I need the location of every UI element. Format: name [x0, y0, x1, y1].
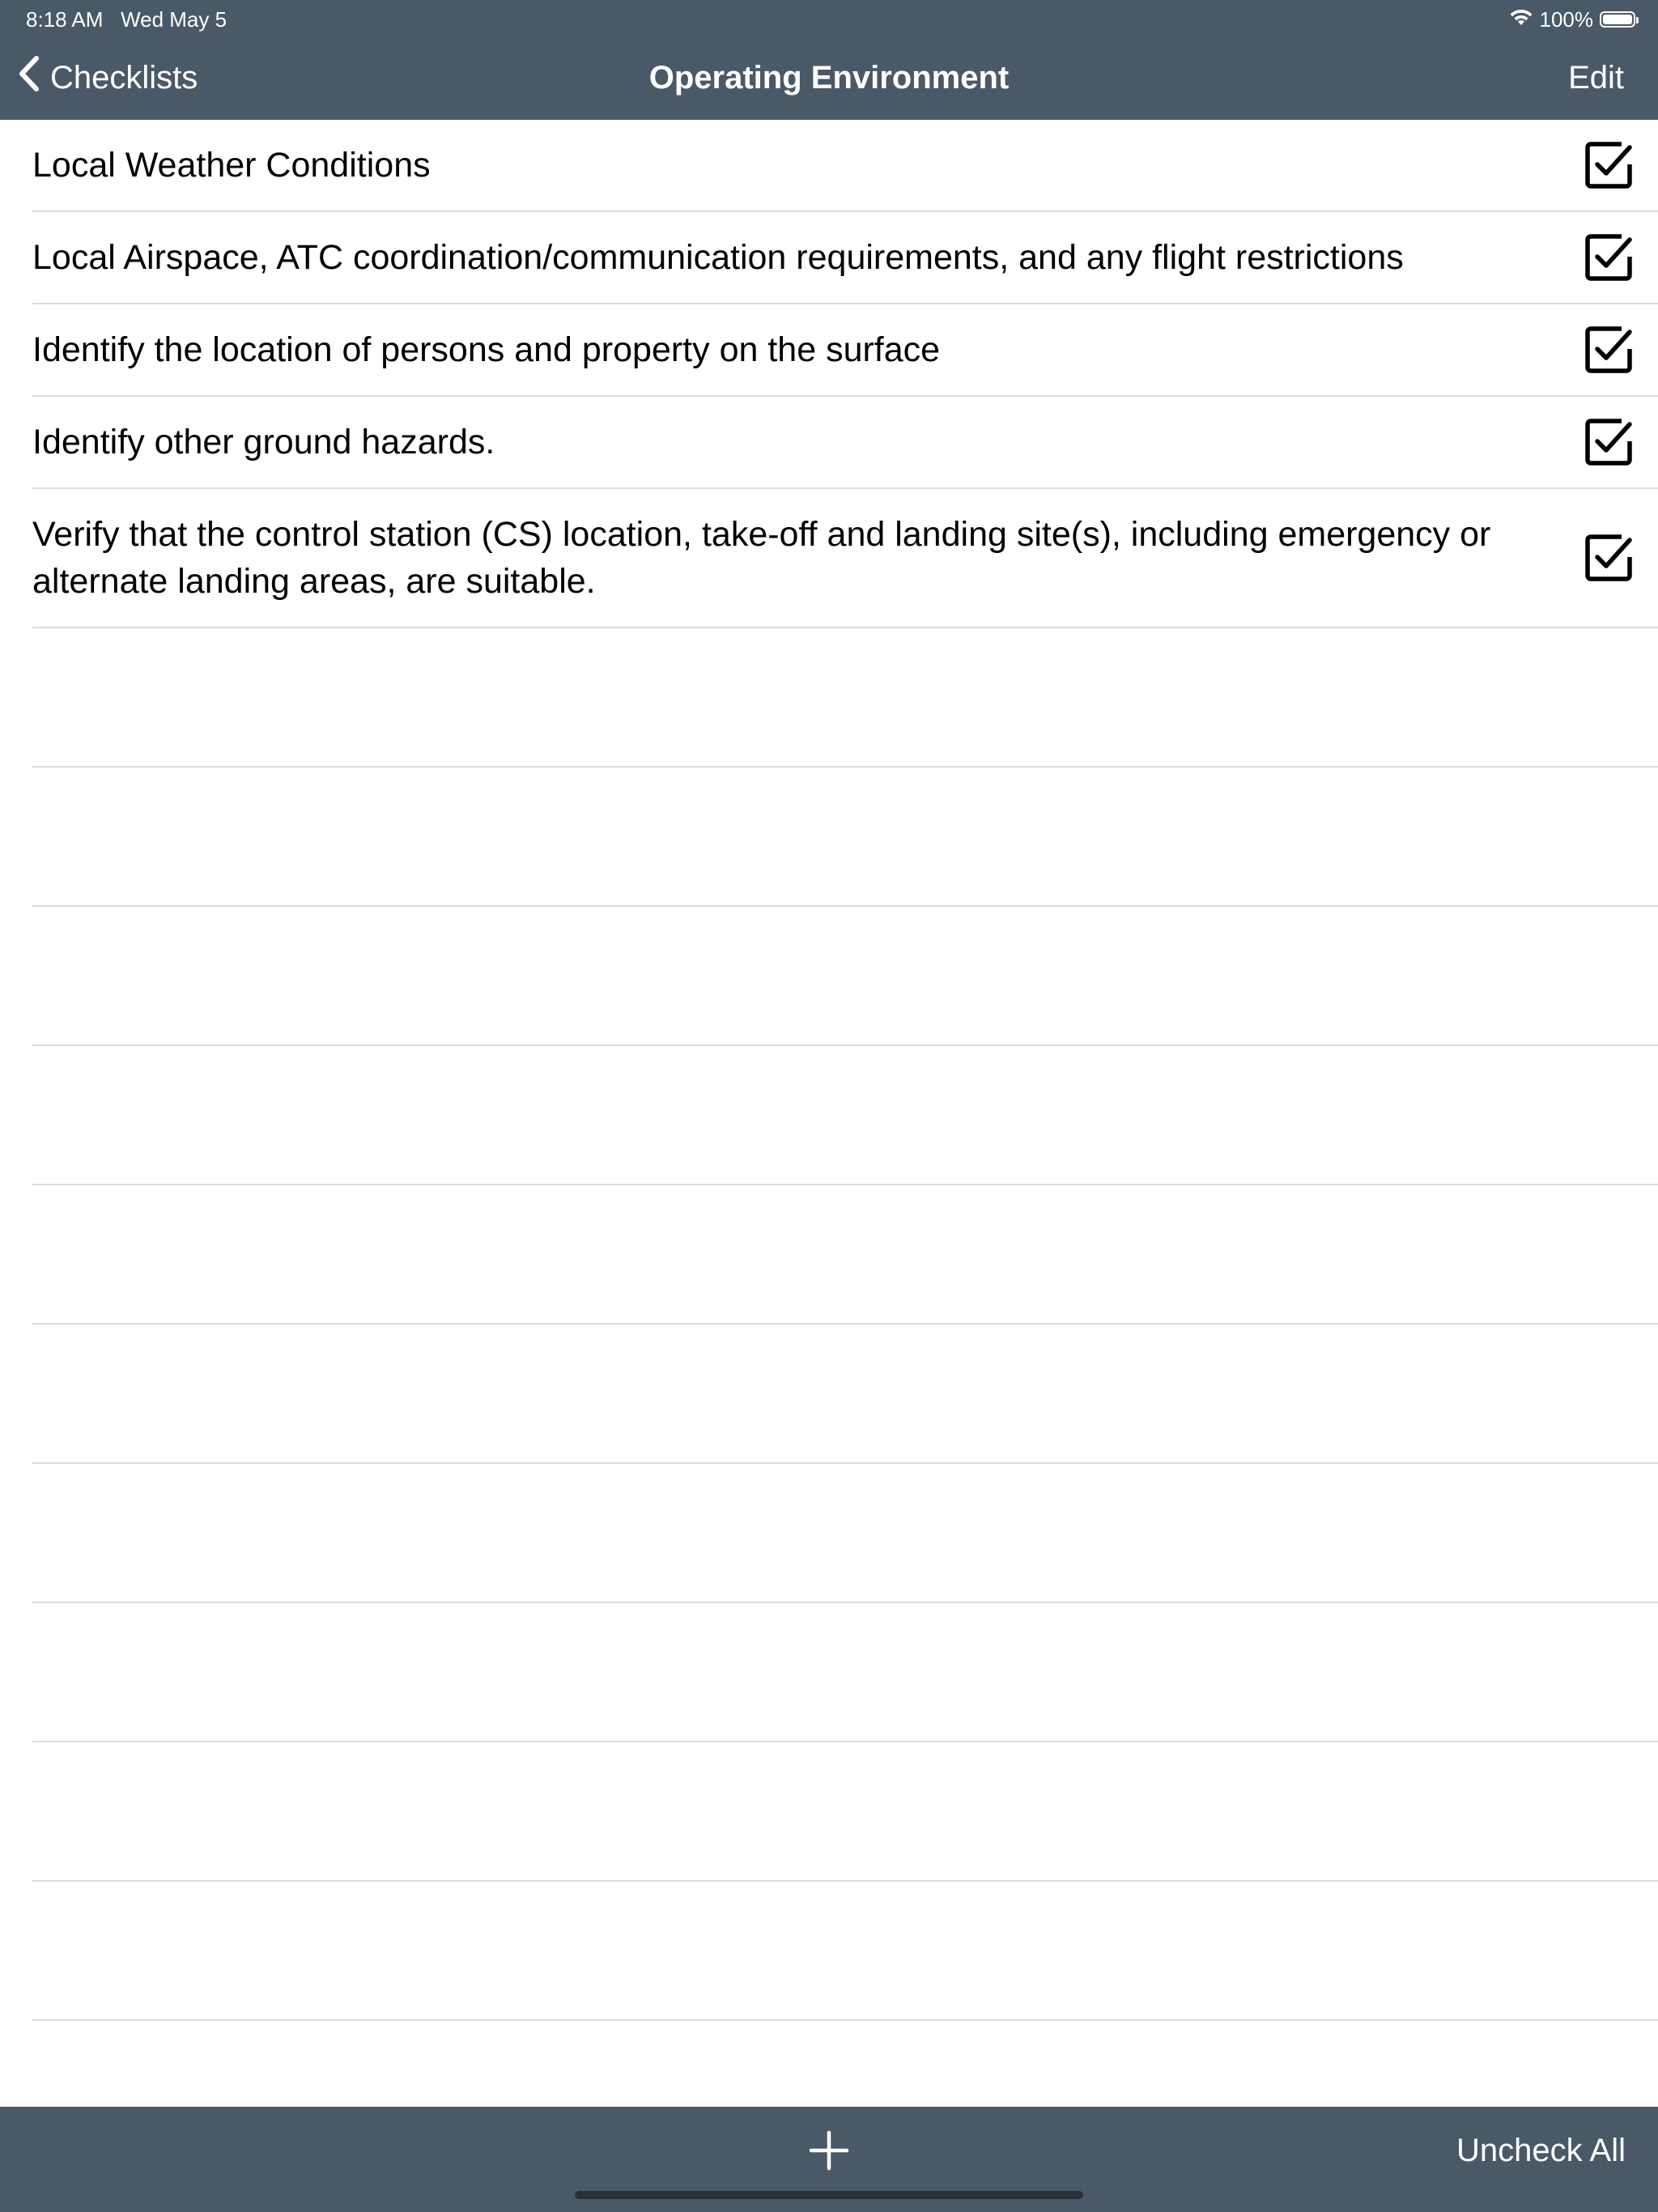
- empty-row: [32, 768, 1658, 907]
- battery-icon: [1600, 11, 1639, 28]
- checklist-item-label: Verify that the control station (CS) loc…: [32, 515, 1491, 601]
- checklist-item[interactable]: Identify other ground hazards.: [32, 397, 1658, 489]
- checklist-item-label: Identify the location of persons and pro…: [32, 330, 941, 369]
- checklist-item[interactable]: Identify the location of persons and pro…: [32, 304, 1658, 397]
- checked-checkbox-icon[interactable]: [1584, 533, 1634, 583]
- checklist-item[interactable]: Local Weather Conditions: [32, 120, 1658, 212]
- empty-row: [32, 1325, 1658, 1464]
- wifi-icon: [1509, 7, 1533, 32]
- battery-level: [1603, 15, 1632, 24]
- empty-row: [32, 1742, 1658, 1882]
- plus-icon[interactable]: [806, 2128, 852, 2173]
- checked-checkbox-icon[interactable]: [1584, 232, 1634, 283]
- checklist: Local Weather Conditions Local Airspace,…: [0, 120, 1658, 2160]
- edit-button[interactable]: Edit: [1568, 53, 1624, 102]
- checklist-item-label: Local Airspace, ATC coordination/communi…: [32, 238, 1404, 277]
- empty-row: [32, 1185, 1658, 1325]
- status-time-date: 8:18 AM Wed May 5: [26, 7, 227, 32]
- empty-row: [32, 1046, 1658, 1185]
- empty-row: [32, 907, 1658, 1046]
- checklist-item-label: Identify other ground hazards.: [32, 423, 495, 462]
- empty-row: [32, 1882, 1658, 2021]
- checklist-item[interactable]: Verify that the control station (CS) loc…: [32, 489, 1658, 628]
- navigation-bar: 8:18 AM Wed May 5 100% Checklists Operat…: [0, 0, 1658, 120]
- bottom-toolbar: Uncheck All: [0, 2107, 1658, 2212]
- home-indicator: [575, 2191, 1083, 2199]
- empty-row: [32, 1464, 1658, 1603]
- checklist-item[interactable]: Local Airspace, ATC coordination/communi…: [32, 212, 1658, 304]
- checked-checkbox-icon[interactable]: [1584, 325, 1634, 375]
- checked-checkbox-icon[interactable]: [1584, 417, 1634, 467]
- status-indicators: 100%: [1509, 6, 1639, 32]
- uncheck-all-button[interactable]: Uncheck All: [1456, 2126, 1626, 2175]
- empty-row: [32, 628, 1658, 768]
- checked-checkbox-icon[interactable]: [1584, 140, 1634, 190]
- battery-percentage: 100%: [1539, 6, 1594, 32]
- empty-row: [32, 1603, 1658, 1742]
- checklist-item-label: Local Weather Conditions: [32, 146, 431, 185]
- page-title: Operating Environment: [648, 60, 1010, 96]
